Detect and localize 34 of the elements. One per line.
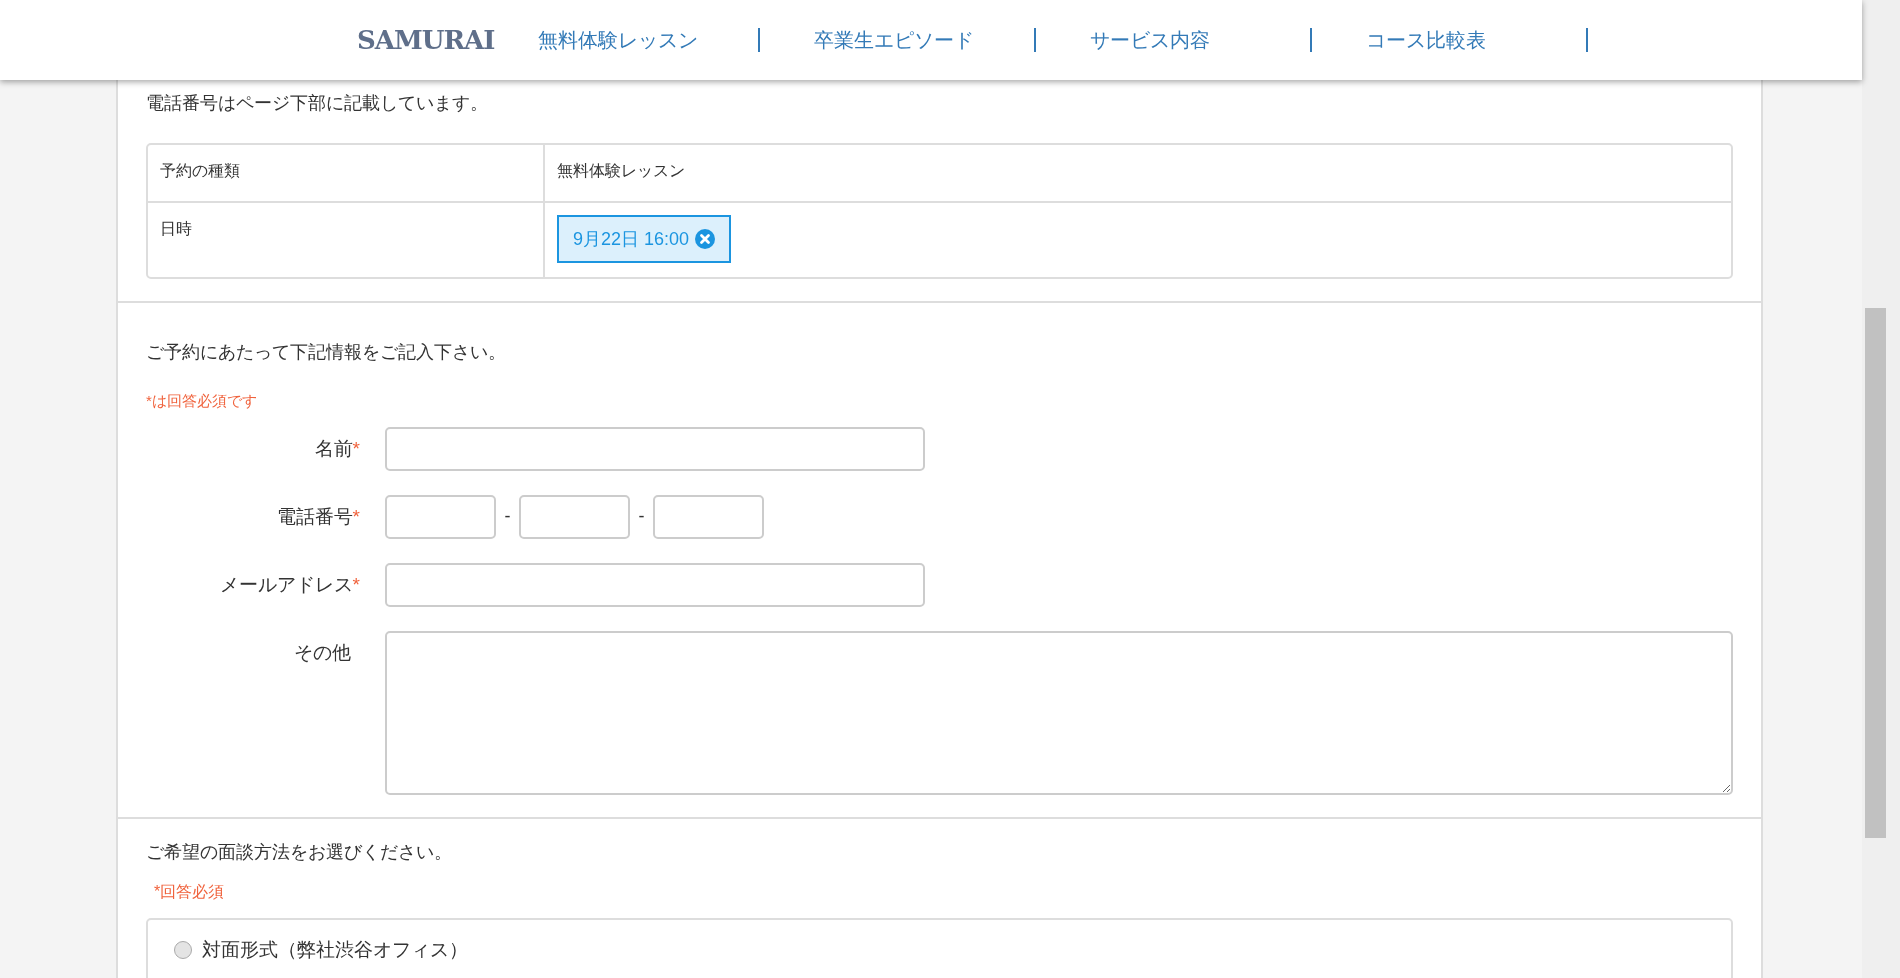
textarea-field[interactable] [385,630,1733,795]
field-label: メールアドレス [219,572,353,597]
form-instruction: ご予約にあたって下記情報をご記入下さい。 [146,341,507,364]
field-label: 名前 [314,436,353,461]
table-cell-text: 無料体験レッスン [556,161,686,181]
field-label: 電話番号 [276,504,353,529]
text-input[interactable] [385,562,925,607]
required-note: *は回答必須です [146,391,258,411]
nav-link[interactable]: 卒業生エピソード [812,25,1035,55]
section-instruction: ご希望の面談方法をお選びください。 [146,840,453,864]
option-label: 対面形式（弊社渋谷オフィス） [202,937,468,962]
table-cell: 予約の種類 [148,145,545,201]
phone-input[interactable] [653,494,764,539]
radio-option[interactable]: 対面形式（弊社渋谷オフィス） [174,935,1705,964]
datetime-text: 9月22日 16:00 [573,227,690,251]
phone-input[interactable] [385,494,496,539]
phone-separator: - [637,505,646,528]
remove-icon[interactable] [695,229,716,249]
phone-separator: - [503,505,512,528]
logo[interactable]: SAMURAI [355,22,497,58]
table-cell: 日時 [148,203,545,277]
required-mark: * [352,572,360,597]
nav-link[interactable]: コース比較表 [1364,25,1587,55]
scrollbar-thumb[interactable] [1865,308,1886,838]
radio-button[interactable] [174,940,192,959]
intro-text: 電話番号はページ下部に記載しています。 [146,92,489,115]
phone-input[interactable] [519,494,630,539]
required-note: *回答必須 [154,881,226,902]
nav-link[interactable]: サービス内容 [1088,25,1311,55]
required-mark: * [352,504,360,529]
required-mark: * [352,436,360,461]
text-input[interactable] [385,426,925,471]
field-label: その他 [294,640,351,665]
nav-link[interactable]: 無料体験レッスン [536,25,759,55]
